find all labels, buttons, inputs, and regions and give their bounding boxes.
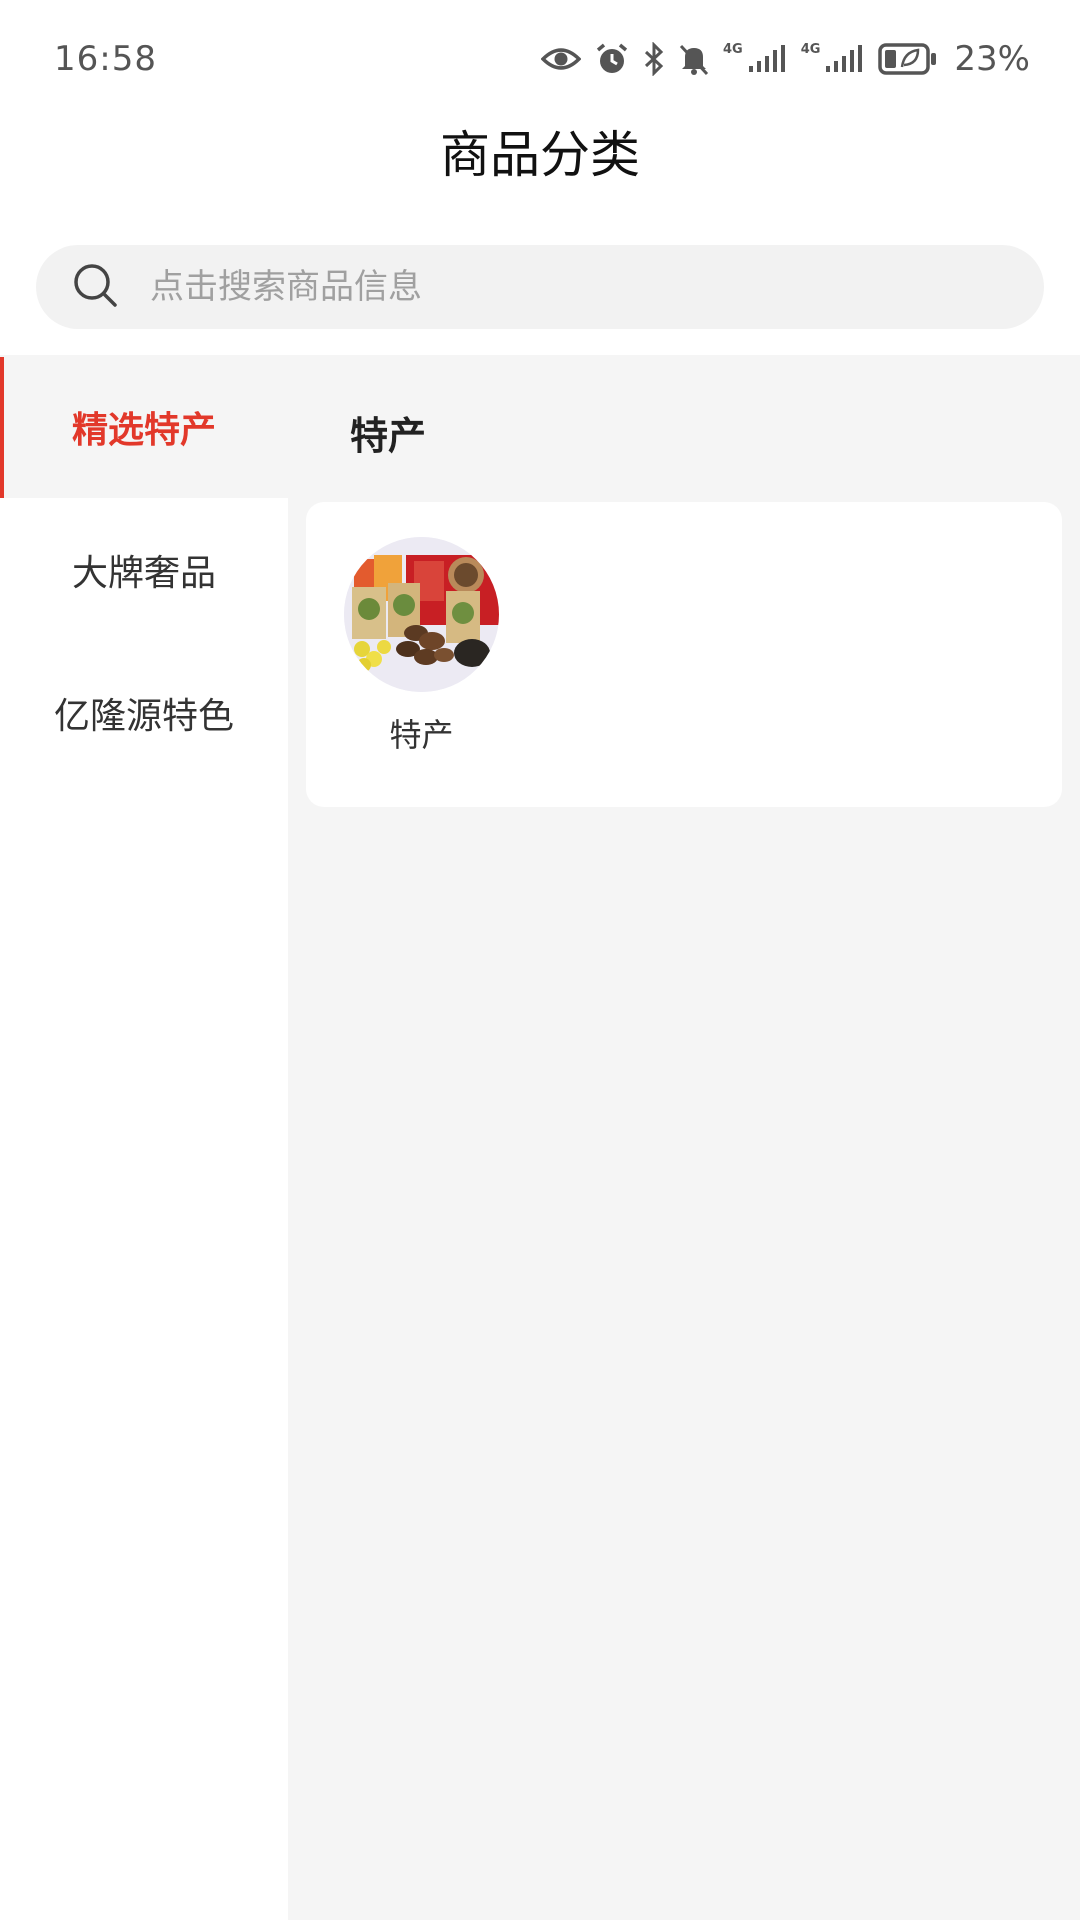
- network-type-1: 4G: [722, 41, 743, 57]
- sidebar-item-label: 精选特产: [71, 409, 216, 451]
- category-card: 特产: [306, 502, 1062, 807]
- battery-percent: 23%: [954, 39, 1030, 79]
- status-time: 16:58: [54, 39, 157, 79]
- status-icons: 4G 4G 23%: [540, 39, 1030, 79]
- eye-icon: [540, 45, 581, 73]
- alarm-icon: [595, 42, 629, 76]
- sidebar-item-luxury-brands[interactable]: 大牌奢品: [0, 498, 288, 641]
- battery-icon: [878, 42, 938, 76]
- specialty-products-image: [344, 537, 499, 692]
- signal-icon: [824, 44, 864, 74]
- network-type-2: 4G: [800, 41, 821, 57]
- search-bar[interactable]: [36, 245, 1044, 329]
- sidebar-item-yilongyuan-specialty[interactable]: 亿隆源特色: [0, 641, 288, 784]
- signal-icon: [747, 44, 787, 74]
- category-content: 精选特产 大牌奢品 亿隆源特色 特产 特产: [0, 355, 1080, 1920]
- category-item-specialty[interactable]: 特产: [344, 537, 499, 756]
- section-title: 特产: [350, 414, 427, 458]
- status-bar: 16:58 4G 4G 23%: [0, 0, 1080, 118]
- mute-icon: [679, 42, 709, 76]
- sidebar-item-label: 大牌奢品: [71, 552, 216, 594]
- sidebar-item-featured-specialty[interactable]: 精选特产: [0, 355, 288, 498]
- sidebar-item-label: 亿隆源特色: [53, 695, 234, 737]
- search-icon: [72, 262, 118, 312]
- bluetooth-icon: [643, 42, 665, 76]
- search-input[interactable]: [150, 267, 970, 307]
- category-item-label: 特产: [389, 716, 454, 754]
- category-sidebar: 精选特产 大牌奢品 亿隆源特色: [0, 355, 288, 1920]
- page-title: 商品分类: [440, 126, 640, 184]
